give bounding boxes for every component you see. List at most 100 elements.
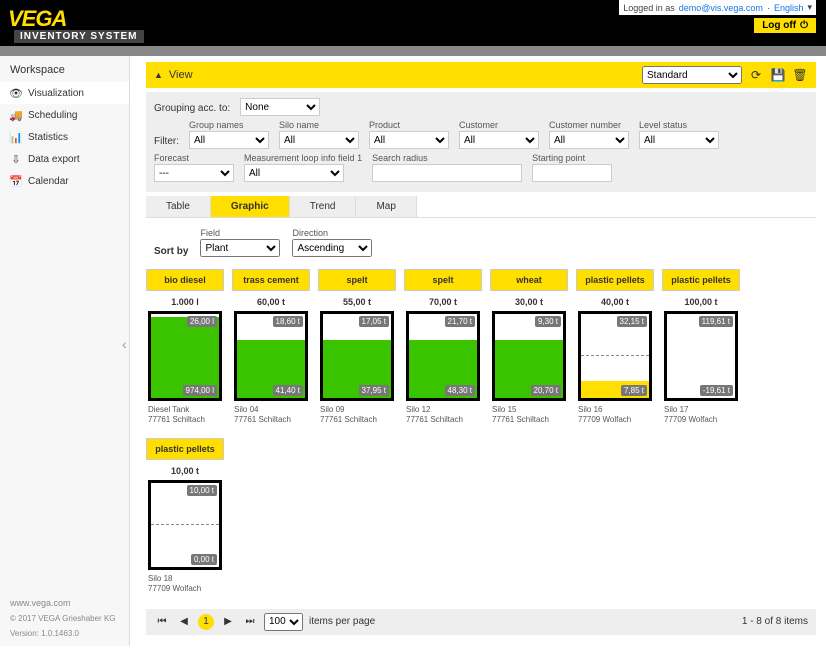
card-capacity: 55,00 t (318, 291, 396, 311)
copyright: © 2017 VEGA Grieshaber KG (10, 614, 116, 623)
silo-card[interactable]: plastic pellets10,00 t10,00 t0,00 tSilo … (146, 438, 224, 599)
tab-map[interactable]: Map (356, 196, 416, 217)
divider-bar (0, 46, 826, 56)
card-subtitle: Silo 0477761 Schiltach (232, 401, 310, 430)
card-capacity: 70,00 t (404, 291, 482, 311)
pager-prev-icon[interactable]: ◀ (176, 614, 192, 630)
sidebar-item-statistics[interactable]: 📊Statistics (0, 126, 129, 148)
collapse-arrow-icon[interactable]: ▲ (154, 70, 163, 80)
app-header: VEGA INVENTORY SYSTEM Logged in as demo@… (0, 0, 826, 46)
topbar: Logged in as demo@vis.vega.com · English… (619, 0, 816, 15)
grouping-label: Grouping acc. to: (154, 103, 230, 116)
card-title: trass cement (232, 269, 310, 291)
tank-empty-label: 18,60 t (273, 316, 303, 327)
page-size-select[interactable]: 100 (264, 613, 303, 631)
tank-empty-label: 26,00 l (187, 316, 217, 327)
logo: VEGA (8, 6, 66, 32)
customer-number-select[interactable]: All (549, 131, 629, 149)
pager-summary: 1 - 8 of 8 items (742, 616, 808, 627)
forecast-select[interactable]: --- (154, 164, 234, 182)
user-email-link[interactable]: demo@vis.vega.com (679, 3, 763, 13)
card-capacity: 30,00 t (490, 291, 568, 311)
nav-icon: ⇩ (10, 153, 22, 165)
delete-view-icon[interactable]: 🗑 (792, 67, 808, 83)
tank-fill-label: 37,95 t (359, 385, 389, 396)
version: Version: 1.0.1463.0 (10, 629, 116, 638)
meas-loop-select[interactable]: All (244, 164, 344, 182)
tab-graphic[interactable]: Graphic (211, 196, 290, 217)
save-view-icon[interactable]: 💾 (770, 67, 786, 83)
tank-fill-label: 7,85 t (621, 385, 647, 396)
power-icon: ⏻ (800, 20, 808, 31)
pager-current: 1 (198, 614, 214, 630)
sidebar-item-calendar[interactable]: 📅Calendar (0, 170, 129, 192)
sidebar-item-data-export[interactable]: ⇩Data export (0, 148, 129, 170)
grouping-select[interactable]: None (240, 98, 320, 116)
vega-website-link[interactable]: www.vega.com (10, 598, 116, 608)
cards-grid: bio diesel1.000 l26,00 l974,00 lDiesel T… (146, 269, 816, 599)
nav-icon: 🚚 (10, 109, 22, 121)
pager: ⏮ ◀ 1 ▶ ⏭ 100 items per page 1 - 8 of 8 … (146, 609, 816, 635)
card-capacity: 40,00 t (576, 291, 654, 311)
app-subtitle: INVENTORY SYSTEM (14, 30, 144, 43)
sidebar: Workspace 👁Visualization🚚Scheduling📊Stat… (0, 56, 130, 646)
search-radius-input[interactable] (372, 164, 522, 182)
card-subtitle: Silo 1577761 Schiltach (490, 401, 568, 430)
language-link[interactable]: English (774, 3, 804, 13)
tank-gauge: 9,30 t20,70 t (492, 311, 566, 401)
sidebar-item-scheduling[interactable]: 🚚Scheduling (0, 104, 129, 126)
card-title: wheat (490, 269, 568, 291)
silo-card[interactable]: spelt55,00 t17,05 t37,95 tSilo 0977761 S… (318, 269, 396, 430)
level-status-select[interactable]: All (639, 131, 719, 149)
pager-last-icon[interactable]: ⏭ (242, 614, 258, 630)
tank-gauge: 10,00 t 0,00 t (148, 480, 222, 570)
logoff-button[interactable]: Log off ⏻ (754, 18, 816, 33)
card-subtitle: Silo 1877709 Wolfach (146, 570, 224, 599)
collapse-sidebar-icon[interactable]: ‹ (122, 336, 127, 352)
filter-panel: Grouping acc. to: None Filter: Group nam… (146, 92, 816, 192)
tank-fill-label: 974,00 l (183, 385, 217, 396)
tank-fill-label: 0,00 t (191, 554, 217, 565)
nav-icon: 📊 (10, 131, 22, 143)
silo-name-select[interactable]: All (279, 131, 359, 149)
starting-point-input[interactable] (532, 164, 612, 182)
sort-field-select[interactable]: Plant (200, 239, 280, 257)
silo-card[interactable]: spelt70,00 t21,70 t48,30 tSilo 1277761 S… (404, 269, 482, 430)
silo-card[interactable]: trass cement60,00 t18,60 t41,40 tSilo 04… (232, 269, 310, 430)
tank-gauge: 26,00 l 974,00 l (148, 311, 222, 401)
workspace-title: Workspace (0, 64, 129, 82)
nav-icon: 👁 (10, 87, 22, 99)
view-bar: ▲ View Standard ⟳ 💾 🗑 (146, 62, 816, 88)
tank-gauge: 17,05 t 37,95 t (320, 311, 394, 401)
view-label: View (169, 69, 193, 81)
product-select[interactable]: All (369, 131, 449, 149)
tank-empty-label: 21,70 t (445, 316, 475, 327)
customer-select[interactable]: All (459, 131, 539, 149)
tab-table[interactable]: Table (146, 196, 211, 217)
tank-gauge: 32,15 t7,85 t (578, 311, 652, 401)
silo-card[interactable]: plastic pellets40,00 t32,15 t7,85 tSilo … (576, 269, 654, 430)
sidebar-item-visualization[interactable]: 👁Visualization (0, 82, 129, 104)
refresh-icon[interactable]: ⟳ (748, 67, 764, 83)
tank-fill-label: 41,40 t (273, 385, 303, 396)
tank-fill-label: -19,61 t (700, 385, 733, 396)
silo-card[interactable]: plastic pellets100,00 t119,61 t-19,61 tS… (662, 269, 740, 430)
view-select[interactable]: Standard (642, 66, 742, 84)
card-title: plastic pellets (146, 438, 224, 460)
tab-trend[interactable]: Trend (290, 196, 357, 217)
pager-first-icon[interactable]: ⏮ (154, 614, 170, 630)
sort-direction-select[interactable]: Ascending (292, 239, 372, 257)
card-title: spelt (318, 269, 396, 291)
tank-empty-label: 17,05 t (359, 316, 389, 327)
tank-empty-label: 119,61 t (699, 316, 733, 327)
card-capacity: 1.000 l (146, 291, 224, 311)
tank-gauge: 21,70 t48,30 t (406, 311, 480, 401)
silo-card[interactable]: wheat30,00 t9,30 t20,70 tSilo 1577761 Sc… (490, 269, 568, 430)
group-names-select[interactable]: All (189, 131, 269, 149)
card-subtitle: Silo 1677709 Wolfach (576, 401, 654, 430)
pager-next-icon[interactable]: ▶ (220, 614, 236, 630)
card-capacity: 10,00 t (146, 460, 224, 480)
tank-empty-label: 10,00 t (187, 485, 217, 496)
card-title: plastic pellets (662, 269, 740, 291)
silo-card[interactable]: bio diesel1.000 l26,00 l974,00 lDiesel T… (146, 269, 224, 430)
